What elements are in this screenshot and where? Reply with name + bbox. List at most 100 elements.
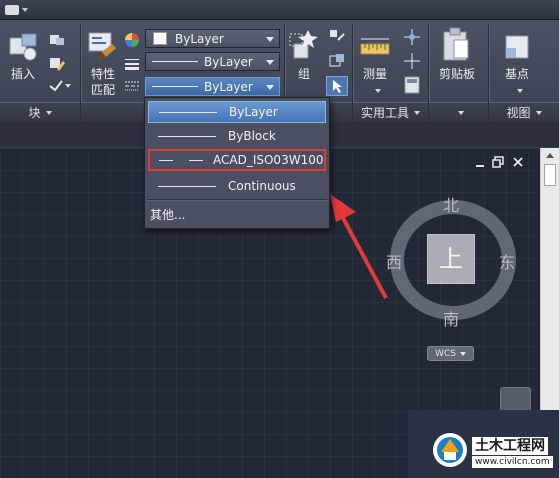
clipboard-icon <box>443 27 469 61</box>
match-properties-button[interactable] <box>86 30 120 64</box>
annotation-arrow <box>330 194 388 299</box>
chevron-down-icon <box>374 88 381 93</box>
app-menu-icon <box>5 5 19 15</box>
panel-title-utilities[interactable]: 实用工具 <box>353 102 428 122</box>
watermark-url: www.civilcn.com <box>472 456 553 468</box>
linetype-combo-value: ByLayer <box>204 79 253 94</box>
panel-title-view-label: 视图 <box>506 106 531 120</box>
panel-title-block[interactable]: 块 <box>0 102 80 122</box>
insert-block-icon <box>9 33 37 61</box>
linetype-dropdown-list: ByLayer ByBlock ACAD_ISO03W100 Continuou… <box>144 97 330 229</box>
panel-title-block-label: 块 <box>28 106 41 120</box>
chevron-down-icon <box>414 110 420 115</box>
dropdown-divider <box>147 199 327 200</box>
linetype-option-label: ByBlock <box>228 129 276 143</box>
lineweight-preview <box>152 61 198 62</box>
base-point-button[interactable] <box>500 30 534 64</box>
group-button[interactable] <box>288 28 320 66</box>
linetype-option-acad-iso03w100[interactable]: ACAD_ISO03W100 <box>148 149 326 171</box>
color-combo[interactable]: ByLayer <box>145 29 280 48</box>
watermark: 土木工程网 www.civilcn.com <box>408 410 559 478</box>
color-combo-value: ByLayer <box>175 31 224 46</box>
linetype-icon[interactable] <box>124 78 140 92</box>
panel-title-clipboard[interactable] <box>429 102 488 122</box>
application-menu-button[interactable] <box>5 3 33 17</box>
base-point-icon <box>505 35 529 59</box>
linetype-option-byblock[interactable]: ByBlock <box>148 125 326 147</box>
restore-icon <box>492 156 504 168</box>
lineweight-combo-value: ByLayer <box>204 54 253 69</box>
edit-attributes-icon[interactable] <box>48 78 74 94</box>
chevron-down-icon <box>45 110 52 115</box>
minimize-button[interactable] <box>474 156 486 171</box>
color-wheel-icon[interactable] <box>124 32 140 48</box>
measure-button[interactable] <box>358 34 392 64</box>
measure-icon <box>360 38 390 55</box>
id-point-icon[interactable] <box>402 52 422 70</box>
linetype-combo[interactable]: ByLayer <box>145 77 280 96</box>
create-block-icon[interactable] <box>48 32 66 48</box>
scroll-up-icon[interactable] <box>546 153 554 158</box>
group-label: 组 <box>297 67 310 81</box>
compass-south[interactable]: 南 <box>443 306 459 330</box>
chevron-down-icon <box>266 85 274 90</box>
linetype-option-continuous[interactable]: Continuous <box>148 175 326 197</box>
linetype-option-other[interactable]: 其他... <box>148 203 326 225</box>
measure-dropdown[interactable] <box>356 82 394 98</box>
group-selection-icon[interactable] <box>326 76 348 96</box>
color-swatch <box>153 32 167 45</box>
linetype-preview <box>158 185 216 187</box>
chevron-down-icon <box>535 110 542 115</box>
panel-title-view[interactable]: 视图 <box>489 102 559 122</box>
linetype-other-label: 其他... <box>150 207 186 222</box>
wcs-label: WCS <box>435 348 456 359</box>
restore-button[interactable] <box>492 156 504 171</box>
match-properties-label-1: 特性 <box>90 67 115 81</box>
linetype-option-bylayer[interactable]: ByLayer <box>148 101 326 123</box>
viewcube-top-face[interactable]: 上 <box>427 234 475 284</box>
chevron-down-icon <box>459 351 466 356</box>
point-style-icon[interactable] <box>402 28 422 46</box>
minimize-icon <box>476 165 484 167</box>
lineweight-combo[interactable]: ByLayer <box>145 52 280 71</box>
calculator-icon[interactable] <box>404 76 420 94</box>
linetype-preview <box>159 159 173 161</box>
group-edit-icon[interactable] <box>328 52 346 70</box>
watermark-logo-icon <box>433 433 467 467</box>
linetype-preview <box>189 159 203 161</box>
panel-title-utilities-label: 实用工具 <box>360 106 409 120</box>
chevron-down-icon <box>516 88 523 93</box>
insert-label: 插入 <box>10 67 35 81</box>
chevron-down-icon <box>266 60 274 65</box>
compass-north[interactable]: 北 <box>443 192 459 216</box>
chevron-down-icon <box>266 37 274 42</box>
linetype-option-label: ACAD_ISO03W100 <box>213 153 324 167</box>
linetype-preview <box>152 86 198 87</box>
linetype-option-label: ByLayer <box>229 105 278 119</box>
base-point-dropdown[interactable] <box>496 82 538 98</box>
ungroup-icon[interactable] <box>328 28 346 46</box>
insert-block-button[interactable] <box>6 30 42 64</box>
title-bar <box>0 0 559 20</box>
scrollbar-thumb[interactable] <box>544 164 556 186</box>
edit-block-icon[interactable] <box>48 56 66 72</box>
lineweight-icon[interactable] <box>124 56 140 70</box>
wcs-menu-button[interactable]: WCS <box>427 346 474 361</box>
clipboard-label: 剪贴板 <box>438 67 475 81</box>
group-icon <box>289 30 318 59</box>
match-properties-icon <box>88 32 116 61</box>
chevron-down-icon <box>22 8 28 12</box>
close-icon <box>513 157 523 167</box>
base-point-label: 基点 <box>504 67 529 81</box>
measure-label: 测量 <box>362 67 387 81</box>
close-button[interactable] <box>512 156 524 171</box>
match-properties-label-2: 匹配 <box>90 83 115 97</box>
linetype-preview <box>159 111 217 113</box>
watermark-title: 土木工程网 <box>472 437 548 455</box>
chevron-down-icon <box>458 110 464 115</box>
linetype-option-label: Continuous <box>228 179 296 193</box>
compass-east[interactable]: 东 <box>499 249 515 273</box>
clipboard-button[interactable] <box>440 26 472 64</box>
linetype-preview <box>158 135 216 137</box>
viewcube-face-label: 上 <box>439 245 463 273</box>
